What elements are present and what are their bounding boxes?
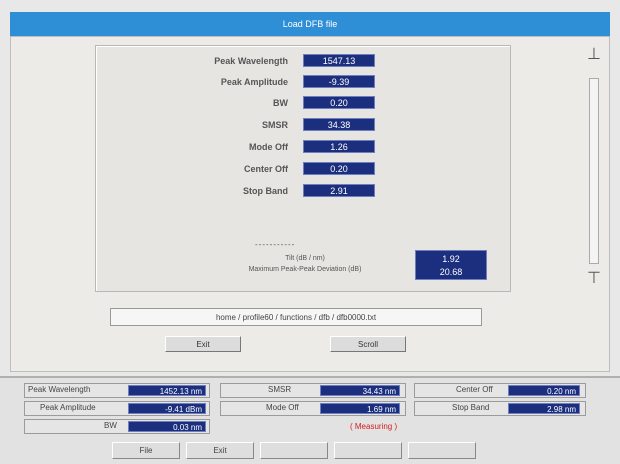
smsr-label: SMSR [261, 120, 288, 130]
status-bw-label: BW [104, 421, 117, 430]
status-center-off-label: Center Off [456, 385, 493, 394]
file-path-text: home / profile60 / functions / dfb / dfb… [215, 312, 377, 322]
status-peak-wavelength-label: Peak Wavelength [28, 385, 91, 394]
peak-amplitude-value: -9.39 [303, 75, 375, 88]
bw-value: 0.20 [303, 96, 375, 109]
status-center-off-value: 0.20 nm [508, 385, 580, 396]
bw-label: BW [273, 98, 288, 108]
peak-amplitude-label: Peak Amplitude [220, 77, 288, 87]
exit-function-button[interactable]: Exit [186, 442, 254, 459]
scroll-button[interactable]: Scroll [330, 336, 406, 352]
status-mode-off-value: 1.69 nm [320, 403, 400, 414]
status-peak-amplitude-label: Peak Amplitude [40, 403, 96, 412]
file-path-field: home / profile60 / functions / dfb / dfb… [110, 308, 482, 326]
exit-button[interactable]: Exit [165, 336, 241, 352]
mode-off-value: 1.26 [303, 140, 375, 153]
center-off-value: 0.20 [303, 162, 375, 175]
status-peak-amplitude-value: -9.41 dBm [128, 403, 206, 414]
deviation-value: 20.68 [439, 267, 463, 277]
status-smsr-label: SMSR [268, 385, 292, 394]
stop-band-label: Stop Band [243, 186, 288, 196]
status-bw-value: 0.03 nm [128, 421, 206, 432]
scroll-down-icon[interactable]: ⊤ [583, 268, 605, 288]
measuring-status: ( Measuring ) [350, 422, 398, 431]
scrollbar-track[interactable] [589, 78, 599, 264]
tilt-label: Tilt (dB / nm) [285, 255, 325, 262]
scroll-up-icon[interactable]: ⊥ [583, 44, 605, 64]
smsr-value: 34.38 [303, 118, 375, 131]
stop-band-value: 2.91 [303, 184, 375, 197]
tilt-values-box: 1.92 20.68 [415, 250, 487, 280]
status-stop-band-label: Stop Band [452, 403, 490, 412]
tilt-value: 1.92 [442, 254, 460, 264]
function-key-5[interactable] [408, 442, 476, 459]
dialog-title: Load DFB file [282, 19, 338, 29]
tilt-separator: ----------- [255, 240, 296, 249]
file-function-button[interactable]: File [112, 442, 180, 459]
dialog-title-bar: Load DFB file [10, 12, 610, 36]
center-off-label: Center Off [243, 164, 288, 174]
function-key-3[interactable] [260, 442, 328, 459]
peak-wavelength-value: 1547.13 [303, 54, 375, 67]
status-smsr-value: 34.43 nm [320, 385, 400, 396]
mode-off-label: Mode Off [249, 142, 288, 152]
deviation-label: Maximum Peak-Peak Deviation (dB) [248, 266, 362, 273]
function-key-4[interactable] [334, 442, 402, 459]
status-stop-band-value: 2.98 nm [508, 403, 580, 414]
status-peak-wavelength-value: 1452.13 nm [128, 385, 206, 396]
peak-wavelength-label: Peak Wavelength [214, 56, 288, 66]
status-mode-off-label: Mode Off [266, 403, 299, 412]
